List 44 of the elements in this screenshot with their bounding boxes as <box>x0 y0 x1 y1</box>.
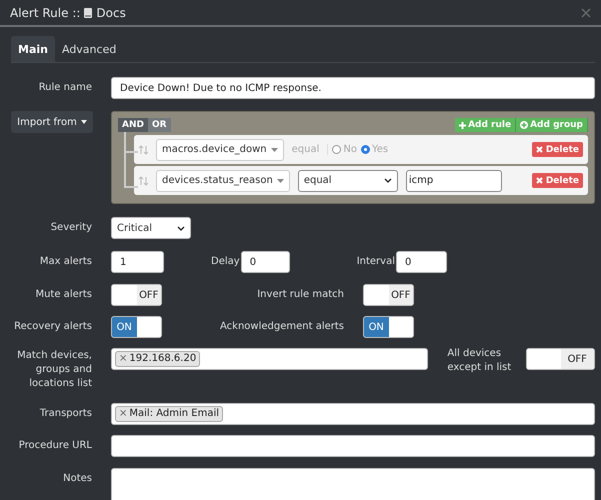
delay-field[interactable]: 0 <box>240 251 290 273</box>
delete-button[interactable]: Delete <box>532 173 583 188</box>
docs-link[interactable]: Docs <box>96 6 126 20</box>
delete-button[interactable]: Delete <box>532 142 583 157</box>
tab[interactable]: Main <box>11 36 55 62</box>
operator-label: equal <box>292 144 320 155</box>
toggle-switch[interactable]: ON <box>111 316 162 338</box>
field-label: Procedure URL <box>18 439 92 453</box>
operator-select[interactable]: equal <box>298 170 398 192</box>
field-label: Max alerts <box>38 255 92 269</box>
field-select[interactable]: devices.status_reason <box>156 170 290 192</box>
field-label: Rule name <box>38 81 92 95</box>
tag-label: Mail: Admin Email <box>129 407 220 421</box>
remove-tag-button[interactable]: × <box>119 352 128 366</box>
field-label: Transports <box>38 407 92 421</box>
field-select[interactable]: macros.device_down <box>156 138 284 160</box>
field-label: Interval <box>356 255 395 269</box>
toggle-switch[interactable]: OFF <box>363 284 414 306</box>
max-alerts-field[interactable]: 1 <box>111 251 164 273</box>
toggle-switch[interactable]: ON <box>363 316 414 338</box>
field-label: All devices except in list <box>447 347 512 375</box>
interval-field[interactable]: 0 <box>396 251 447 273</box>
tag-label: 192.168.6.20 <box>129 352 196 366</box>
devices-field[interactable]: × 192.168.6.20 <box>111 348 428 370</box>
tab[interactable]: Advanced <box>54 36 124 62</box>
toggle-switch[interactable]: OFF <box>526 348 595 370</box>
condition-toggle[interactable]: OR <box>148 118 171 132</box>
field-label: Notes <box>62 472 92 486</box>
severity-select[interactable]: Critical <box>111 217 191 239</box>
field-label: Recovery alerts <box>13 320 92 334</box>
condition-toggle[interactable]: AND <box>118 118 148 132</box>
field-label: Delay <box>211 255 240 269</box>
field-label: Severity <box>50 221 92 235</box>
field-label: Mute alerts <box>34 288 92 302</box>
remove-tag-button[interactable]: × <box>119 407 128 421</box>
import-button[interactable]: Import from <box>11 111 93 133</box>
value-field[interactable]: icmp <box>406 170 502 192</box>
field-label: Acknowledgement alerts <box>219 320 344 334</box>
window-title: Alert Rule :: <box>10 6 80 20</box>
toggle-switch[interactable]: OFF <box>111 284 162 306</box>
transports-field[interactable]: × Mail: Admin Email <box>111 403 595 425</box>
rule-name-field[interactable]: Device Down! Due to no ICMP response. <box>111 77 595 99</box>
field-label: Match devices, groups and locations list <box>16 349 92 391</box>
field-label: Invert rule match <box>256 288 344 302</box>
